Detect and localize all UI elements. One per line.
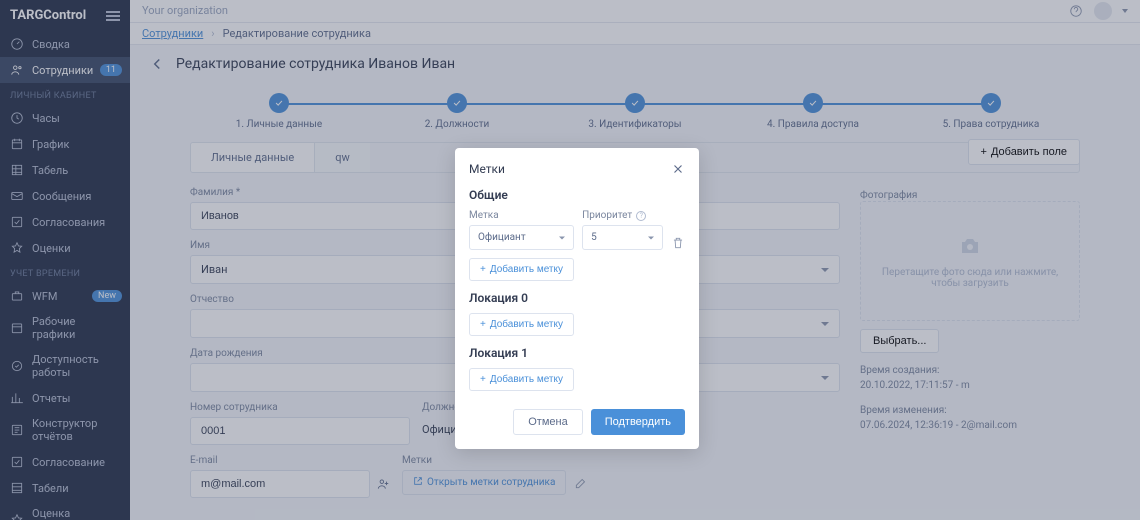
help-icon[interactable]: ? xyxy=(636,211,646,221)
label-select[interactable]: Официант xyxy=(469,225,574,250)
add-label-button-loc1[interactable]: +Добавить метку xyxy=(469,368,574,391)
cancel-button[interactable]: Отмена xyxy=(513,409,582,435)
modal-section-general: Общие xyxy=(469,188,685,202)
add-label-button-general[interactable]: +Добавить метку xyxy=(469,258,574,281)
close-icon[interactable] xyxy=(671,162,685,176)
confirm-button[interactable]: Подтвердить xyxy=(591,409,685,435)
modal-title: Метки xyxy=(469,162,505,176)
plus-icon: + xyxy=(480,264,486,275)
priority-select[interactable]: 5 xyxy=(582,225,663,250)
priority-col-header: Приоритет? xyxy=(582,210,663,221)
modal-section-loc1: Локация 1 xyxy=(469,346,685,360)
plus-icon: + xyxy=(480,374,486,385)
label-col-header: Метка xyxy=(469,210,574,221)
plus-icon: + xyxy=(480,319,486,330)
modal-section-loc0: Локация 0 xyxy=(469,291,685,305)
trash-icon[interactable] xyxy=(671,236,685,250)
tags-modal: Метки Общие Метка Официант Приоритет? 5 … xyxy=(455,148,699,449)
add-label-button-loc0[interactable]: +Добавить метку xyxy=(469,313,574,336)
